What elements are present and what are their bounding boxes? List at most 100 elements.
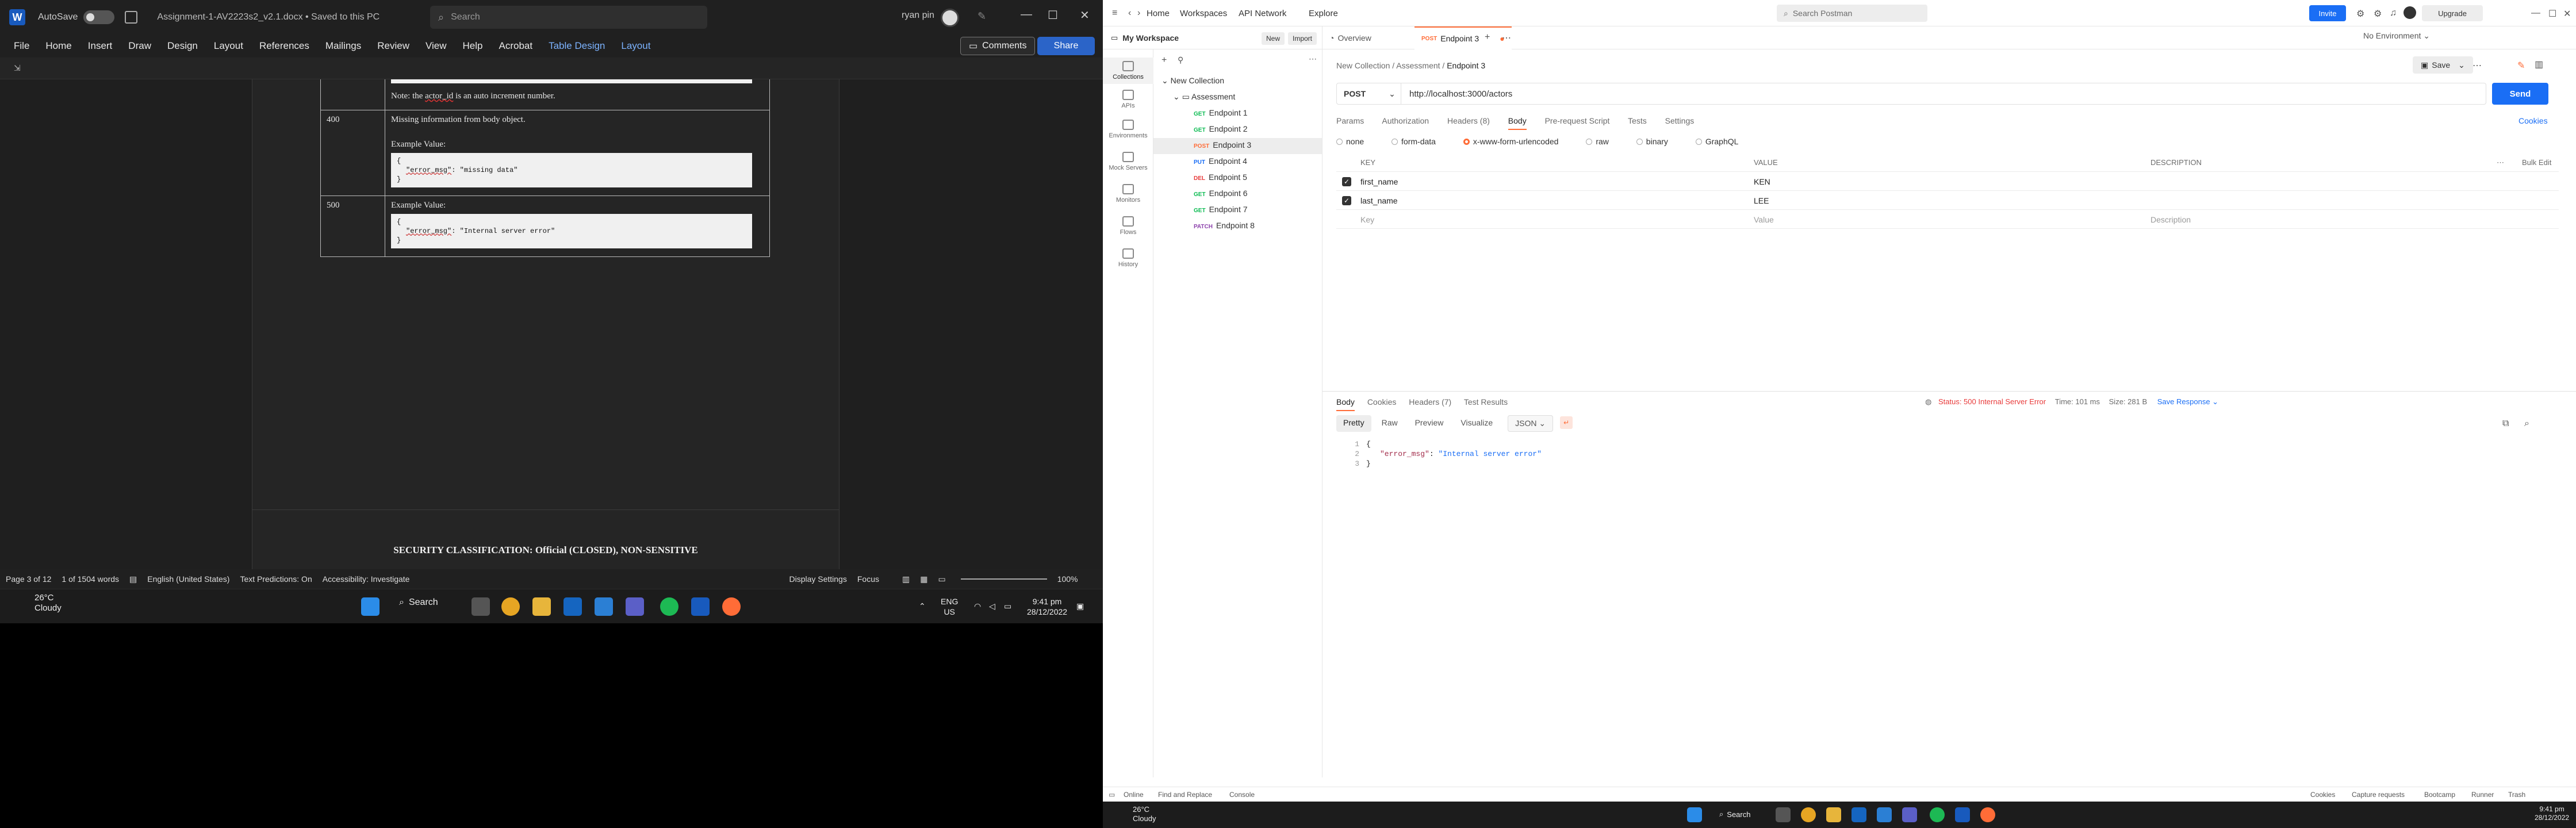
minimize-icon[interactable]: — bbox=[2531, 8, 2540, 18]
page-indicator[interactable]: Page 3 of 12 bbox=[6, 574, 51, 584]
accessibility-status[interactable]: Accessibility: Investigate bbox=[323, 574, 410, 584]
tab-draw[interactable]: Draw bbox=[128, 40, 151, 52]
format-raw[interactable]: Raw bbox=[1375, 415, 1405, 432]
format-preview[interactable]: Preview bbox=[1408, 415, 1451, 432]
cookies-link[interactable]: Cookies bbox=[2518, 116, 2548, 125]
print-layout-icon[interactable]: ▦ bbox=[920, 574, 927, 584]
wifi-icon[interactable]: ◠ bbox=[974, 601, 981, 611]
vscode-icon[interactable] bbox=[1877, 807, 1892, 822]
taskbar-search[interactable]: ⌕ Search bbox=[1719, 810, 1750, 819]
breadcrumb-request[interactable]: Endpoint 3 bbox=[1447, 61, 1485, 70]
tab-headers[interactable]: Headers (8) bbox=[1447, 116, 1490, 125]
send-button[interactable]: Send bbox=[2492, 83, 2548, 105]
value-input[interactable]: LEE bbox=[1754, 196, 1769, 205]
search-icon[interactable]: ⌕ bbox=[2524, 419, 2529, 429]
battery-icon[interactable]: ▭ bbox=[1004, 601, 1011, 611]
sidebar-item-apis[interactable]: APIs bbox=[1103, 90, 1153, 109]
tab-endpoint-3[interactable]: POST Endpoint 3 ● bbox=[1414, 26, 1512, 49]
value-input[interactable]: Value bbox=[1754, 215, 1774, 224]
radio-graphql[interactable]: GraphQL bbox=[1695, 137, 1751, 146]
list-item[interactable]: GET Endpoint 1 bbox=[1194, 108, 1248, 117]
tab-overview[interactable]: ◔ Overview bbox=[1322, 26, 1378, 49]
save-icon[interactable] bbox=[125, 11, 138, 24]
radio-raw[interactable]: raw bbox=[1586, 137, 1621, 146]
spotify-icon[interactable] bbox=[660, 597, 678, 616]
bulk-edit-link[interactable]: Bulk Edit bbox=[2522, 158, 2551, 167]
format-visualize[interactable]: Visualize bbox=[1454, 415, 1500, 432]
pen-icon[interactable]: ✎ bbox=[977, 10, 986, 22]
status-bootcamp[interactable]: Bootcamp bbox=[2424, 791, 2455, 799]
status-find-replace[interactable]: Find and Replace bbox=[1158, 791, 1212, 799]
maximize-icon[interactable]: ☐ bbox=[1048, 8, 1058, 22]
proofing-icon[interactable]: ▤ bbox=[129, 574, 137, 584]
new-tab-icon[interactable]: + bbox=[1485, 32, 1490, 43]
sidebar-item-environments[interactable]: Environments bbox=[1103, 120, 1153, 139]
teams-icon[interactable] bbox=[626, 597, 644, 616]
tab-view[interactable]: View bbox=[425, 40, 447, 52]
chevron-down-icon[interactable]: ⌄ bbox=[2212, 397, 2218, 406]
read-mode-icon[interactable]: ▥ bbox=[902, 574, 910, 584]
row-checkbox[interactable]: ✓ bbox=[1342, 196, 1351, 205]
tab-response-headers[interactable]: Headers (7) bbox=[1409, 397, 1451, 407]
environment-select[interactable]: No Environment ⌄ bbox=[2363, 31, 2464, 41]
response-size[interactable]: Size: 281 B bbox=[2109, 397, 2148, 406]
more-icon[interactable]: ⋯ bbox=[1502, 32, 1511, 44]
tab-acrobat[interactable]: Acrobat bbox=[499, 40, 533, 52]
task-view-icon[interactable] bbox=[1776, 807, 1791, 822]
nav-api-network[interactable]: API Network bbox=[1239, 9, 1286, 18]
response-time[interactable]: Time: 101 ms bbox=[2055, 397, 2100, 406]
nav-workspaces[interactable]: Workspaces bbox=[1180, 9, 1227, 18]
wrap-lines-icon[interactable]: ↵ bbox=[1560, 416, 1573, 429]
minimize-icon[interactable]: — bbox=[1021, 8, 1032, 21]
add-icon[interactable]: + bbox=[1162, 55, 1167, 66]
upgrade-button[interactable]: Upgrade bbox=[2422, 5, 2483, 21]
edit-icon[interactable]: ✎ bbox=[2517, 60, 2525, 71]
task-view-icon[interactable] bbox=[471, 597, 490, 616]
method-select[interactable]: POST ⌄ bbox=[1337, 83, 1401, 104]
weather-widget[interactable]: 26°C Cloudy bbox=[1116, 805, 1156, 823]
tab-response-body[interactable]: Body bbox=[1336, 397, 1355, 411]
folder-item[interactable]: ⌄ ▭ Assessment bbox=[1173, 92, 1235, 102]
format-pretty[interactable]: Pretty bbox=[1336, 415, 1371, 432]
close-icon[interactable]: ✕ bbox=[2563, 8, 2571, 20]
invite-button[interactable]: Invite bbox=[2309, 5, 2346, 21]
postman-taskbar-icon[interactable] bbox=[1980, 807, 1995, 822]
save-button[interactable]: ▣ Save ⌄ bbox=[2413, 56, 2473, 74]
postman-search[interactable]: ⌕ Search Postman bbox=[1777, 5, 1927, 22]
tab-review[interactable]: Review bbox=[377, 40, 409, 52]
list-item[interactable]: GET Endpoint 2 bbox=[1194, 124, 1248, 133]
more-icon[interactable]: ⋯ bbox=[2472, 60, 2482, 71]
back-icon[interactable]: ‹ bbox=[1128, 8, 1131, 18]
tab-body[interactable]: Body bbox=[1508, 116, 1527, 130]
layout-icon[interactable]: ▥ bbox=[2535, 59, 2543, 70]
comments-button[interactable]: ▭ Comments bbox=[960, 37, 1036, 55]
tab-references[interactable]: References bbox=[259, 40, 309, 52]
zoom-level[interactable]: 100% bbox=[1057, 574, 1078, 584]
start-icon[interactable] bbox=[361, 597, 379, 616]
menu-icon[interactable]: ≡ bbox=[1112, 8, 1117, 18]
tab-test-results[interactable]: Test Results bbox=[1464, 397, 1508, 407]
list-item[interactable]: PUT Endpoint 4 bbox=[1194, 156, 1247, 166]
sidebar-item-monitors[interactable]: Monitors bbox=[1103, 184, 1153, 204]
focus-mode[interactable]: Focus bbox=[857, 574, 879, 584]
tab-home[interactable]: Home bbox=[45, 40, 71, 52]
file-explorer-icon[interactable] bbox=[1826, 807, 1841, 822]
chrome-icon[interactable] bbox=[1801, 807, 1816, 822]
tab-tests[interactable]: Tests bbox=[1628, 116, 1647, 125]
word-search-box[interactable]: ⌕ Search bbox=[430, 6, 707, 29]
key-input[interactable]: last_name bbox=[1360, 196, 1398, 205]
avatar[interactable] bbox=[941, 9, 959, 27]
key-input[interactable]: first_name bbox=[1360, 177, 1398, 186]
radio-form-data[interactable]: form-data bbox=[1392, 137, 1448, 146]
volume-icon[interactable]: ◁ bbox=[989, 601, 995, 611]
maximize-icon[interactable]: ☐ bbox=[2548, 8, 2556, 20]
autosave-toggle[interactable] bbox=[83, 10, 115, 24]
more-icon[interactable]: ⋯ bbox=[1309, 54, 1317, 64]
sidebar-item-mock-servers[interactable]: Mock Servers bbox=[1103, 152, 1153, 171]
workspace-title[interactable]: My Workspace bbox=[1122, 33, 1179, 43]
clock[interactable]: 9:41 pm 28/12/2022 bbox=[1027, 596, 1067, 617]
response-status[interactable]: Status: 500 Internal Server Error bbox=[1938, 397, 2046, 406]
format-select[interactable]: JSON ⌄ bbox=[1508, 415, 1554, 432]
spotify-icon[interactable] bbox=[1930, 807, 1945, 822]
new-button[interactable]: New bbox=[1262, 32, 1285, 45]
